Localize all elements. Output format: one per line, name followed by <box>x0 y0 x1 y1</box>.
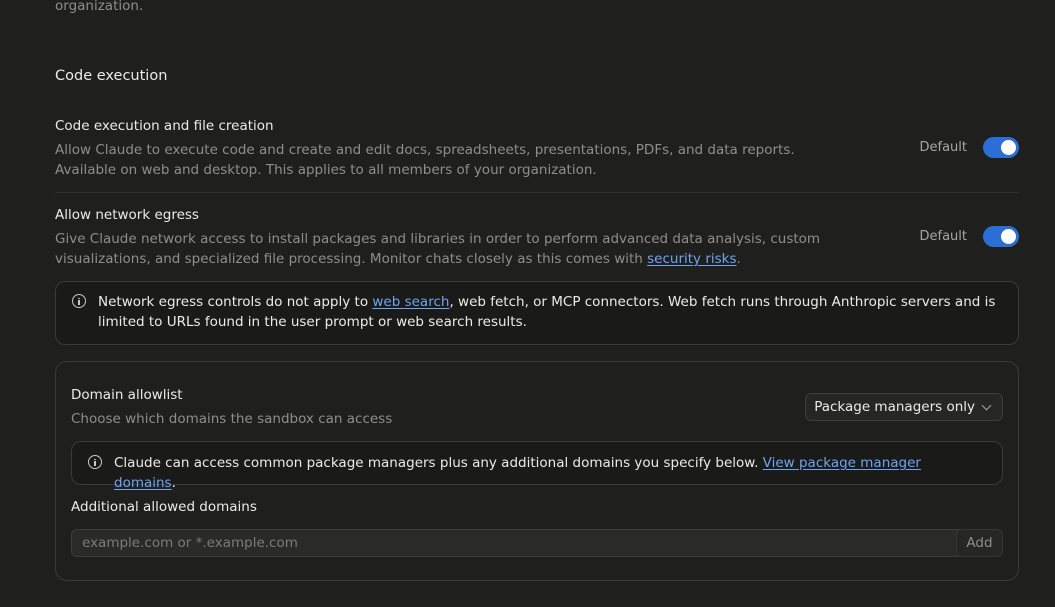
setting-title: Allow network egress <box>55 207 199 223</box>
add-domain-button[interactable]: Add <box>956 529 1003 557</box>
description-suffix: . <box>736 251 741 267</box>
setting-control: Default <box>919 137 1019 158</box>
package-manager-notice: Claude can access common package manager… <box>71 441 1003 491</box>
previous-description-tail: organization. <box>55 0 144 14</box>
security-risks-link[interactable]: security risks <box>647 251 736 267</box>
toggle-knob <box>1001 140 1016 155</box>
web-search-link[interactable]: web search <box>372 294 449 310</box>
section-title: Code execution <box>55 68 168 84</box>
code-execution-toggle[interactable] <box>983 137 1019 158</box>
setting-description: Allow Claude to execute code and create … <box>55 142 795 178</box>
setting-title: Code execution and file creation <box>55 118 274 134</box>
notice-text: Network egress controls do not apply to <box>98 294 373 310</box>
egress-notice: Network egress controls do not apply to … <box>55 281 1019 345</box>
network-egress-toggle[interactable] <box>983 226 1019 247</box>
domain-allowlist-card: Domain allowlist Choose which domains th… <box>55 361 1019 581</box>
setting-description: Give Claude network access to install pa… <box>55 229 860 269</box>
domain-allowlist-title: Domain allowlist <box>71 387 183 403</box>
select-value: Package managers only <box>814 399 975 415</box>
domain-input[interactable] <box>71 529 964 557</box>
default-label: Default <box>919 229 968 244</box>
domain-allowlist-subtitle: Choose which domains the sandbox can acc… <box>71 411 393 427</box>
notice-text: Claude can access common package manager… <box>114 455 763 471</box>
setting-row-code-execution: Code execution and file creation Allow C… <box>55 117 1019 180</box>
egress-notice-text: Network egress controls do not apply to … <box>98 292 1002 332</box>
default-label: Default <box>919 140 968 155</box>
info-icon <box>72 294 86 308</box>
domain-allowlist-select[interactable]: Package managers only <box>805 393 1003 421</box>
additional-domains-label: Additional allowed domains <box>71 499 257 515</box>
setting-control: Default <box>919 226 1019 247</box>
notice-text-suffix: . <box>171 475 176 491</box>
info-icon <box>88 455 102 469</box>
toggle-knob <box>1001 229 1016 244</box>
divider <box>55 192 1019 193</box>
setting-row-network-egress: Allow network egress Give Claude network… <box>55 206 1019 269</box>
package-manager-notice-text: Claude can access common package manager… <box>114 453 986 493</box>
chevron-down-icon <box>981 400 992 410</box>
